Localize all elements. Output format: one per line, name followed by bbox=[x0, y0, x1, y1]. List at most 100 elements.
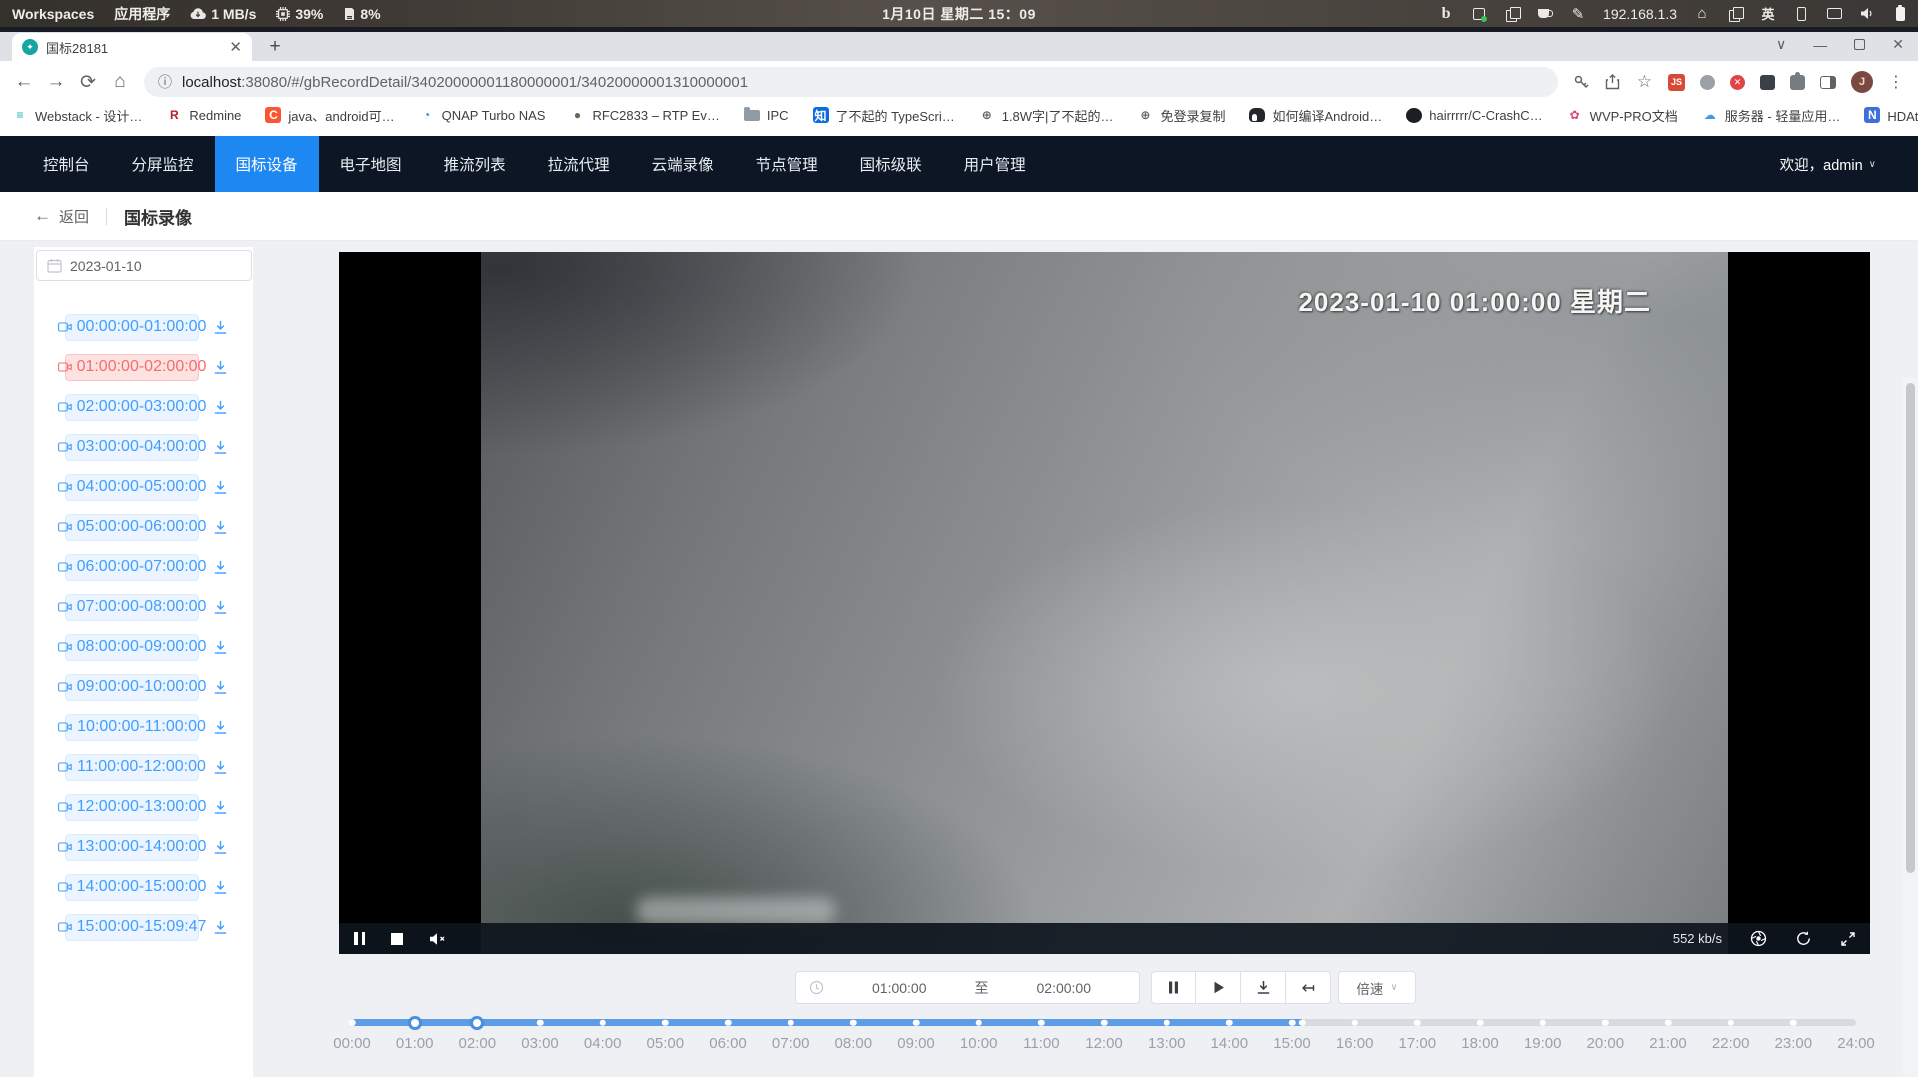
address-bar[interactable]: ⓘ localhost:38080/#/gbRecordDetail/34020… bbox=[144, 67, 1558, 97]
bookmark-item[interactable]: ≡Webstack - 设计… bbox=[12, 106, 142, 125]
pause-button[interactable] bbox=[1151, 971, 1196, 1004]
nav-item-8[interactable]: 国标级联 bbox=[839, 136, 943, 192]
user-menu[interactable]: 欢迎，admin ∨ bbox=[1780, 136, 1918, 192]
fullscreen-icon[interactable] bbox=[1840, 931, 1856, 947]
clipboard-icon[interactable] bbox=[1504, 5, 1520, 23]
segment-download-icon[interactable] bbox=[213, 360, 228, 375]
segment-button[interactable]: 07:00:00-08:00:00 bbox=[65, 594, 199, 621]
segment-download-icon[interactable] bbox=[213, 480, 228, 495]
bookmark-item[interactable]: 知了不起的 TypeScri… bbox=[813, 106, 955, 125]
bookmark-item[interactable]: RRedmine bbox=[166, 107, 241, 123]
back-link[interactable]: ← 返回 bbox=[34, 206, 89, 227]
segment-button[interactable]: 03:00:00-04:00:00 bbox=[65, 434, 199, 461]
segment-button[interactable]: 15:00:00-15:09:47 bbox=[65, 914, 199, 941]
color-picker-icon[interactable]: ✎ bbox=[1570, 5, 1586, 23]
timeline-handle-end[interactable] bbox=[470, 1016, 484, 1030]
adblock-extension-icon[interactable]: ✕ bbox=[1730, 75, 1745, 90]
segment-button[interactable]: 12:00:00-13:00:00 bbox=[65, 794, 199, 821]
workspaces-button[interactable]: Workspaces bbox=[12, 6, 94, 22]
window-maximize-icon[interactable] bbox=[1854, 39, 1865, 50]
bookmark-item[interactable]: 如何编译Android… bbox=[1249, 106, 1382, 125]
phone-icon[interactable] bbox=[1793, 5, 1809, 23]
tray-app-icon[interactable]: b bbox=[1438, 5, 1454, 23]
forward-button[interactable]: → bbox=[40, 66, 72, 98]
seek-back-button[interactable] bbox=[1286, 971, 1331, 1004]
page-scrollbar[interactable] bbox=[1903, 377, 1918, 1077]
reload-button[interactable]: ⟳ bbox=[72, 66, 104, 98]
extensions-puzzle-icon[interactable] bbox=[1790, 75, 1805, 90]
bookmark-item[interactable]: Cjava、android可… bbox=[265, 106, 394, 125]
nav-item-3[interactable]: 电子地图 bbox=[319, 136, 423, 192]
segment-button[interactable]: 10:00:00-11:00:00 bbox=[65, 714, 199, 741]
stop-icon[interactable] bbox=[391, 933, 403, 945]
bookmark-item[interactable]: ✿WVP-PRO文档 bbox=[1567, 106, 1678, 125]
timeline-handle-start[interactable] bbox=[408, 1016, 422, 1030]
bookmark-item[interactable]: hairrrrr/C-CrashC… bbox=[1406, 108, 1542, 123]
segment-button[interactable]: 08:00:00-09:00:00 bbox=[65, 634, 199, 661]
play-button[interactable] bbox=[1196, 971, 1241, 1004]
volume-icon[interactable] bbox=[1859, 5, 1875, 23]
applications-menu[interactable]: 应用程序 bbox=[114, 4, 170, 24]
back-button[interactable]: ← bbox=[8, 66, 40, 98]
bookmark-item[interactable]: IPC bbox=[744, 108, 789, 123]
cpu-indicator[interactable]: 39% bbox=[276, 6, 323, 22]
pause-icon[interactable] bbox=[354, 932, 365, 945]
clock-date[interactable]: 1月10日 星期二 15：09 bbox=[882, 4, 1036, 24]
profile-avatar[interactable]: J bbox=[1851, 71, 1873, 93]
segment-download-icon[interactable] bbox=[213, 440, 228, 455]
segment-download-icon[interactable] bbox=[213, 640, 228, 655]
video-player[interactable]: 2023-01-10 01:00:00 星期二 552 kb/s bbox=[339, 252, 1870, 954]
input-method-indicator[interactable]: 英 bbox=[1760, 5, 1776, 23]
memory-indicator[interactable]: 8% bbox=[343, 6, 380, 22]
date-picker-input[interactable]: 2023-01-10 bbox=[36, 250, 252, 281]
playback-speed-dropdown[interactable]: 倍速 ∨ bbox=[1338, 971, 1416, 1004]
net-speed-indicator[interactable]: 1 MB/s bbox=[190, 6, 256, 22]
segment-download-icon[interactable] bbox=[213, 600, 228, 615]
start-time-input[interactable]: 01:00:00 bbox=[824, 980, 975, 996]
segment-download-icon[interactable] bbox=[213, 680, 228, 695]
nav-item-1[interactable]: 分屏监控 bbox=[111, 136, 215, 192]
window-minimize-icon[interactable]: — bbox=[1813, 37, 1827, 53]
download-button[interactable] bbox=[1241, 971, 1286, 1004]
bookmark-item[interactable]: ⊕1.8W字|了不起的… bbox=[979, 106, 1114, 125]
segment-download-icon[interactable] bbox=[213, 840, 228, 855]
nav-item-0[interactable]: 控制台 bbox=[22, 136, 111, 192]
scrollbar-thumb[interactable] bbox=[1906, 383, 1915, 873]
bookmark-item[interactable]: ☁服务器 - 轻量应用… bbox=[1702, 106, 1841, 125]
segment-download-icon[interactable] bbox=[213, 920, 228, 935]
ip-address[interactable]: 192.168.1.3 bbox=[1603, 6, 1677, 22]
segment-button[interactable]: 01:00:00-02:00:00 bbox=[65, 354, 199, 381]
home-icon[interactable]: ⌂ bbox=[1694, 5, 1710, 23]
nav-item-9[interactable]: 用户管理 bbox=[943, 136, 1047, 192]
coffee-icon[interactable] bbox=[1537, 5, 1553, 23]
password-key-icon[interactable] bbox=[1572, 74, 1589, 91]
battery-icon[interactable] bbox=[1892, 5, 1908, 23]
browser-tab[interactable]: ✦ 国标28181 ✕ bbox=[12, 33, 252, 61]
segment-download-icon[interactable] bbox=[213, 520, 228, 535]
segment-button[interactable]: 00:00:00-01:00:00 bbox=[65, 314, 199, 341]
side-panel-icon[interactable] bbox=[1820, 76, 1836, 89]
timeline-track[interactable] bbox=[352, 1019, 1856, 1026]
new-tab-button[interactable]: + bbox=[262, 34, 288, 60]
site-info-icon[interactable]: ⓘ bbox=[158, 72, 172, 92]
bookmark-item[interactable]: ⊕免登录复制 bbox=[1137, 106, 1225, 125]
nav-item-5[interactable]: 拉流代理 bbox=[527, 136, 631, 192]
segment-download-icon[interactable] bbox=[213, 400, 228, 415]
segment-button[interactable]: 09:00:00-10:00:00 bbox=[65, 674, 199, 701]
time-range-picker[interactable]: 01:00:00 至 02:00:00 bbox=[795, 971, 1140, 1004]
menu-kebab-icon[interactable]: ⋮ bbox=[1888, 72, 1904, 92]
display-icon[interactable] bbox=[1826, 5, 1842, 23]
bookmark-item[interactable]: ◔QNAP Turbo NAS bbox=[419, 107, 546, 123]
mute-icon[interactable] bbox=[429, 932, 446, 946]
home-button[interactable]: ⌂ bbox=[104, 66, 136, 98]
segment-download-icon[interactable] bbox=[213, 880, 228, 895]
nav-item-7[interactable]: 节点管理 bbox=[735, 136, 839, 192]
nav-item-6[interactable]: 云端录像 bbox=[631, 136, 735, 192]
share-icon[interactable] bbox=[1604, 74, 1621, 91]
extension-icon[interactable] bbox=[1700, 75, 1715, 90]
segment-button[interactable]: 02:00:00-03:00:00 bbox=[65, 394, 199, 421]
snapshot-aperture-icon[interactable] bbox=[1750, 930, 1767, 947]
segment-button[interactable]: 13:00:00-14:00:00 bbox=[65, 834, 199, 861]
js-extension-icon[interactable]: JS bbox=[1668, 74, 1685, 91]
bookmark-item[interactable]: ●RFC2833 – RTP Ev… bbox=[569, 107, 719, 123]
